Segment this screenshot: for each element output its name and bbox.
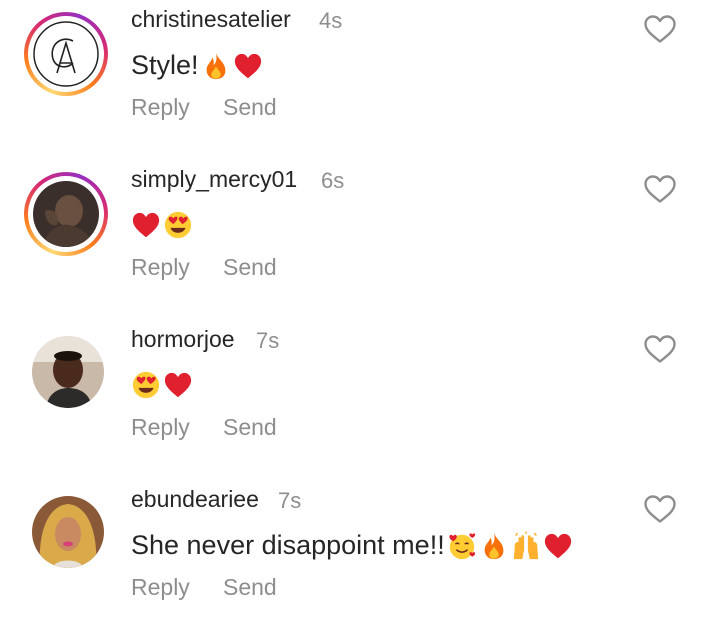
comment-timestamp: 7s — [256, 328, 280, 353]
reply-button[interactable]: Reply — [131, 574, 190, 601]
comment-text: Style! — [131, 50, 265, 81]
heart-eyes-emoji — [131, 370, 161, 400]
comment-item: ebundeariee 7s She never disappoint me!!… — [0, 480, 720, 640]
comment-emojis — [201, 51, 265, 81]
comment-text — [131, 370, 195, 400]
comment-item: CA christinesatelier 4s Style! Reply Sen… — [0, 0, 720, 160]
heart-outline-icon[interactable] — [643, 494, 677, 524]
comment-timestamp: 6s — [321, 168, 345, 193]
comment-text: She never disappoint me!! — [131, 530, 575, 561]
raising-hands-emoji — [511, 530, 541, 561]
comment-item: hormorjoe 7s Reply Send — [0, 320, 720, 480]
monogram-logo: CA — [33, 21, 99, 87]
smiling-face-with-hearts-emoji — [447, 531, 477, 561]
send-button[interactable]: Send — [223, 254, 277, 281]
comment-text — [131, 210, 195, 240]
profile-photo — [32, 496, 104, 568]
avatar — [33, 181, 99, 247]
avatar-container[interactable] — [24, 492, 108, 576]
comment-emojis — [447, 530, 575, 561]
send-button[interactable]: Send — [223, 94, 277, 121]
comment-username[interactable]: hormorjoe — [131, 326, 235, 353]
heart-eyes-emoji — [163, 210, 193, 240]
comment-username[interactable]: simply_mercy01 — [131, 166, 297, 193]
avatar — [32, 496, 104, 568]
comment-timestamp: 7s — [278, 488, 302, 513]
comment-emojis — [131, 210, 195, 240]
heart-outline-icon[interactable] — [643, 14, 677, 44]
fire-emoji — [479, 531, 509, 561]
reply-button[interactable]: Reply — [131, 254, 190, 281]
red-heart-emoji — [131, 210, 161, 240]
red-heart-emoji — [163, 370, 193, 400]
comment-timestamp: 4s — [319, 8, 343, 33]
comment-username[interactable]: ebundeariee — [131, 486, 259, 513]
heart-outline-icon[interactable] — [643, 334, 677, 364]
profile-photo — [33, 181, 99, 247]
comment-text-content: Style! — [131, 50, 199, 80]
fire-emoji — [201, 51, 231, 81]
avatar-story-ring[interactable]: CA — [24, 12, 108, 96]
heart-outline-icon[interactable] — [643, 174, 677, 204]
comments-list: CA christinesatelier 4s Style! Reply Sen… — [0, 0, 720, 624]
red-heart-emoji — [233, 51, 263, 81]
comment-emojis — [131, 370, 195, 400]
send-button[interactable]: Send — [223, 574, 277, 601]
avatar-container[interactable] — [24, 332, 108, 416]
reply-button[interactable]: Reply — [131, 414, 190, 441]
avatar: CA — [33, 21, 99, 87]
avatar-story-ring[interactable] — [24, 172, 108, 256]
reply-button[interactable]: Reply — [131, 94, 190, 121]
comment-username[interactable]: christinesatelier — [131, 6, 291, 33]
avatar — [32, 336, 104, 408]
red-heart-emoji — [543, 531, 573, 561]
comment-text-content: She never disappoint me!! — [131, 530, 445, 560]
profile-photo — [32, 336, 104, 408]
comment-item: simply_mercy01 6s Reply Send — [0, 160, 720, 320]
send-button[interactable]: Send — [223, 414, 277, 441]
